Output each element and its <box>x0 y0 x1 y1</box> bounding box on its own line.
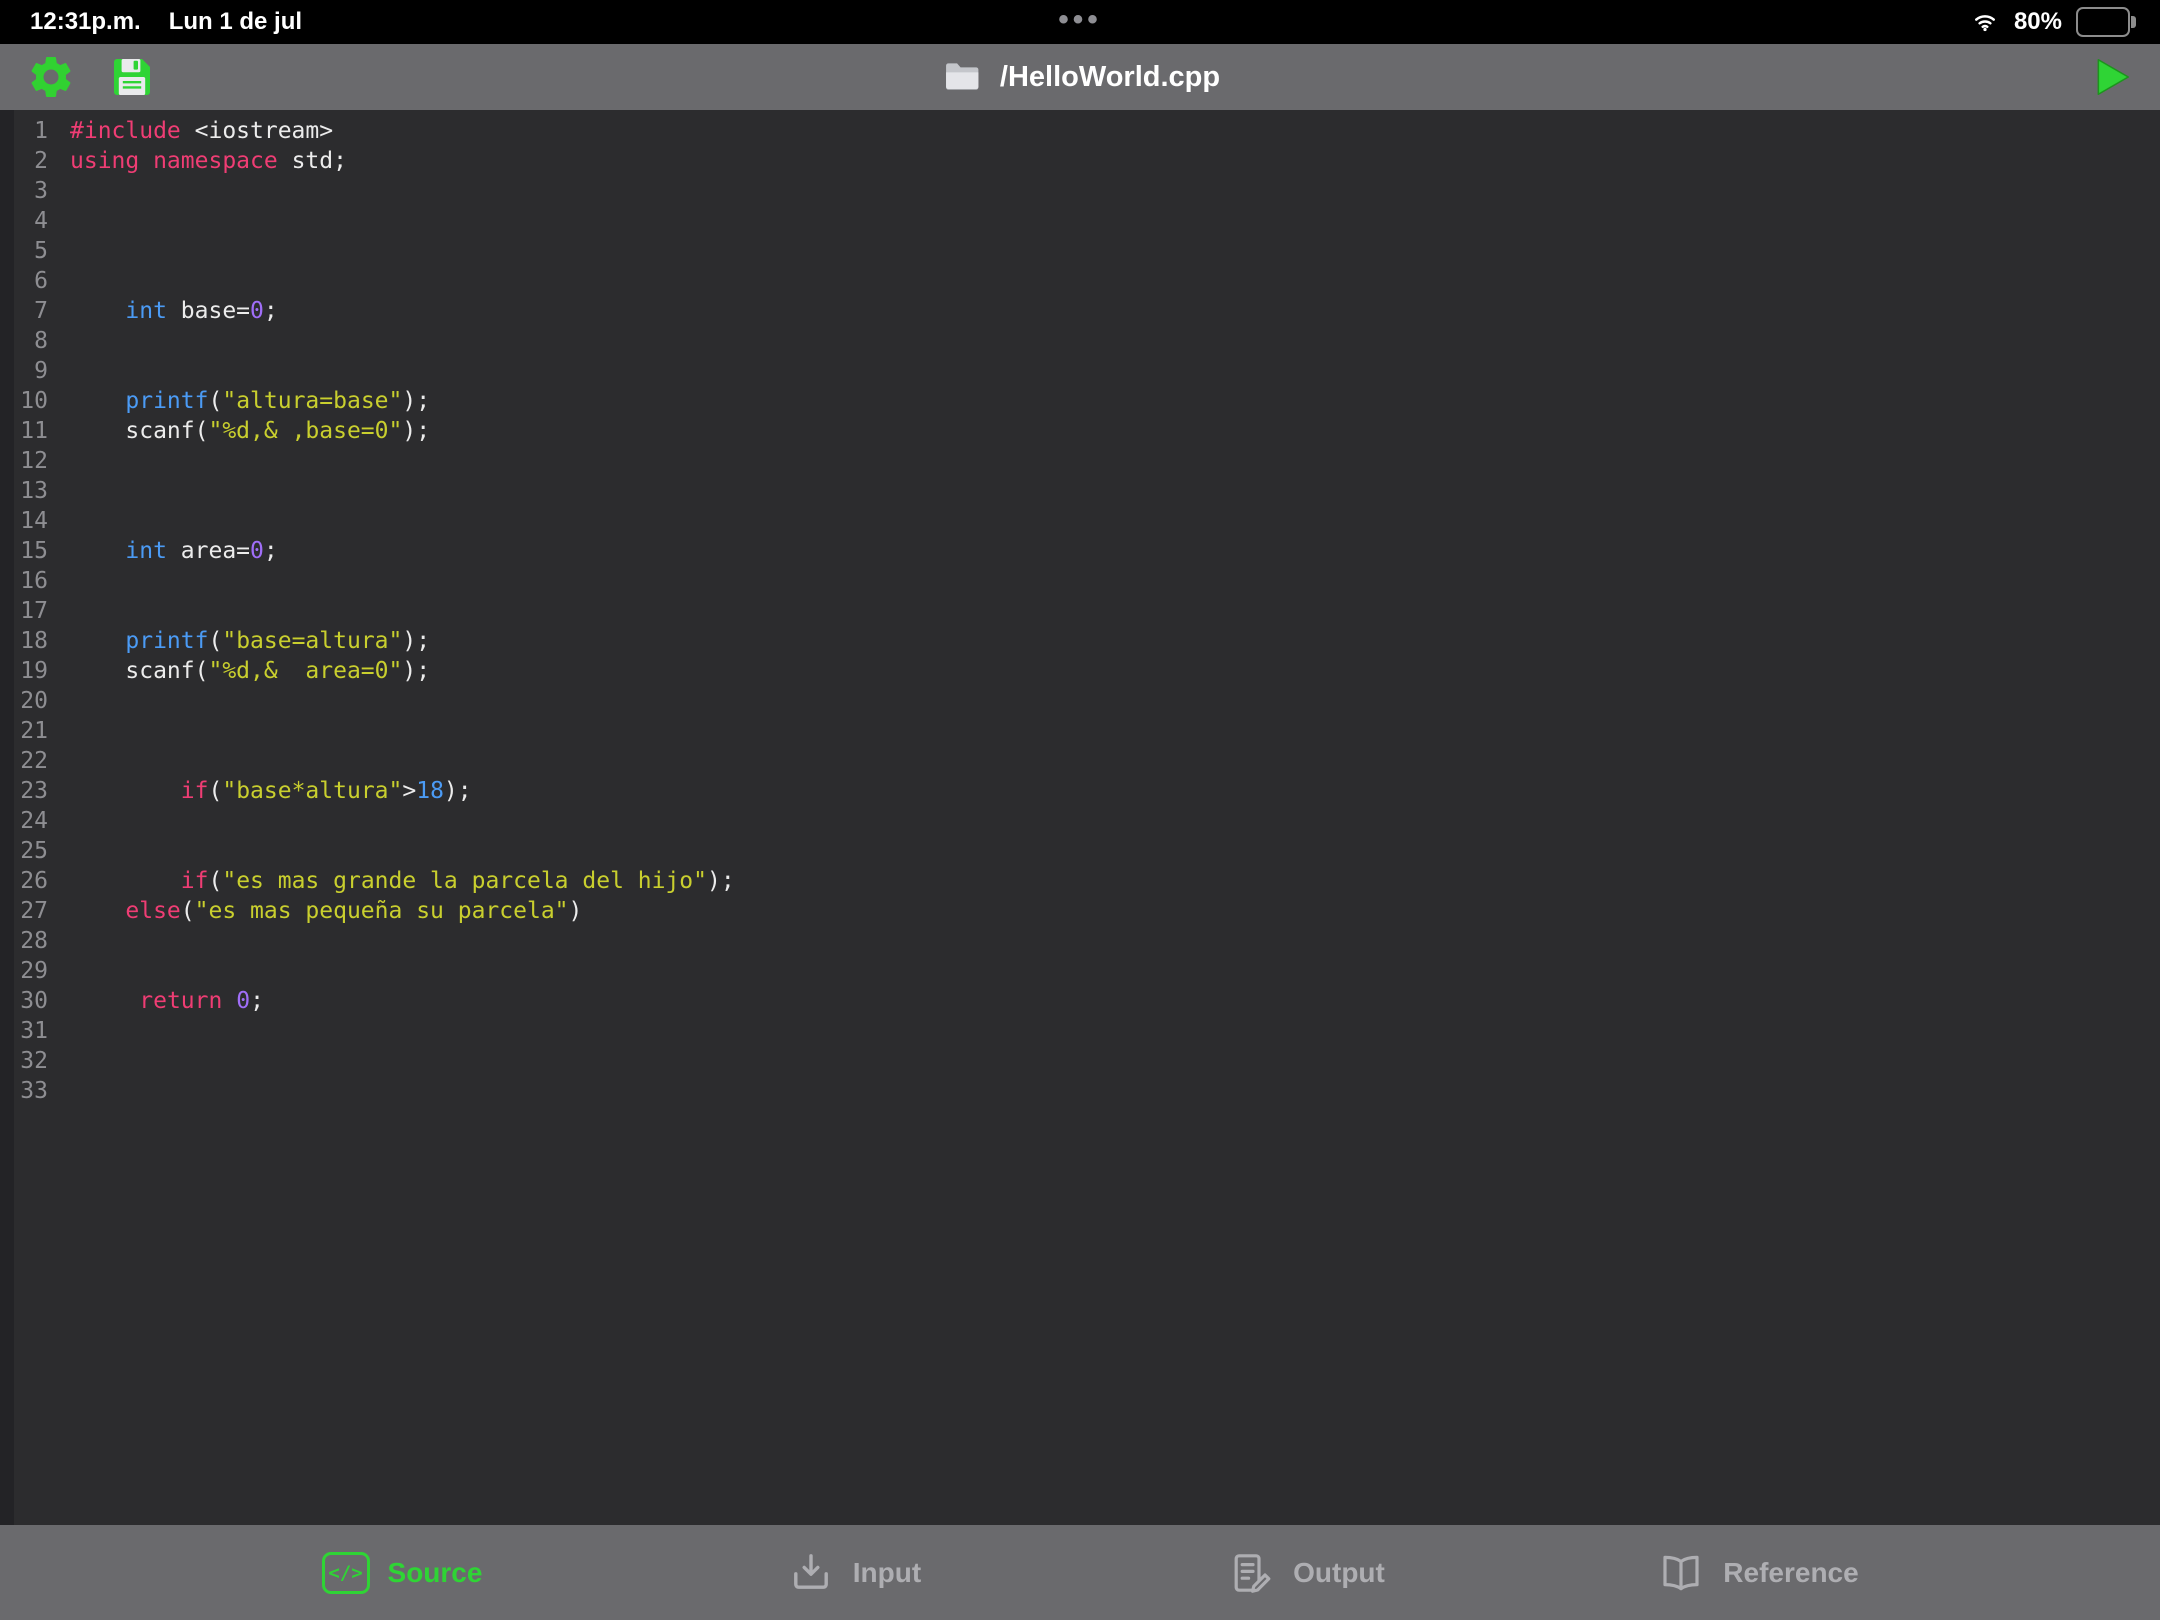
code-text: #include <iostream> <box>70 116 333 146</box>
code-text: using namespace std; <box>70 146 347 176</box>
toolbar: /HelloWorld.cpp <box>0 44 2160 110</box>
code-line[interactable]: 13 <box>0 476 2160 506</box>
code-text: if("base*altura">18); <box>70 776 472 806</box>
bottom-tab-bar: </> Source Input Output <box>0 1525 2160 1620</box>
code-line[interactable]: 24 <box>0 806 2160 836</box>
code-line[interactable]: 11 scanf("%d,& ,base=0"); <box>0 416 2160 446</box>
download-tray-icon <box>787 1549 835 1597</box>
code-line[interactable]: 14 <box>0 506 2160 536</box>
code-text: scanf("%d,& ,base=0"); <box>70 416 430 446</box>
code-line[interactable]: 33 <box>0 1076 2160 1106</box>
app-screen: 12:31p.m. Lun 1 de jul ••• 80% <box>0 0 2160 1620</box>
code-line[interactable]: 28 <box>0 926 2160 956</box>
code-line[interactable]: 4 <box>0 206 2160 236</box>
code-text: printf("base=altura"); <box>70 626 430 656</box>
code-line[interactable]: 9 <box>0 356 2160 386</box>
code-editor[interactable]: 1#include <iostream>2using namespace std… <box>0 110 2160 1525</box>
editor-edge <box>0 110 14 1525</box>
code-line[interactable]: 31 <box>0 1016 2160 1046</box>
code-line[interactable]: 21 <box>0 716 2160 746</box>
tab-input-label: Input <box>853 1557 921 1589</box>
code-line[interactable]: 1#include <iostream> <box>0 116 2160 146</box>
status-date: Lun 1 de jul <box>169 8 302 36</box>
multitasking-indicator[interactable]: ••• <box>1058 3 1102 37</box>
code-line[interactable]: 19 scanf("%d,& area=0"); <box>0 656 2160 686</box>
code-line[interactable]: 5 <box>0 236 2160 266</box>
code-line[interactable]: 7 int base=0; <box>0 296 2160 326</box>
code-line[interactable]: 2using namespace std; <box>0 146 2160 176</box>
tab-input[interactable]: Input <box>628 1549 1080 1597</box>
code-text: if("es mas grande la parcela del hijo"); <box>70 866 735 896</box>
code-text: int area=0; <box>70 536 278 566</box>
status-right: 80% <box>1970 7 2130 37</box>
save-floppy-icon <box>108 53 156 101</box>
run-button[interactable] <box>2088 54 2134 100</box>
code-text: printf("altura=base"); <box>70 386 430 416</box>
code-lines: 1#include <iostream>2using namespace std… <box>0 116 2160 1106</box>
code-line[interactable]: 30 return 0; <box>0 986 2160 1016</box>
code-line[interactable]: 16 <box>0 566 2160 596</box>
tab-reference-label: Reference <box>1723 1557 1858 1589</box>
code-line[interactable]: 8 <box>0 326 2160 356</box>
wifi-icon <box>1970 9 2000 35</box>
code-line[interactable]: 26 if("es mas grande la parcela del hijo… <box>0 866 2160 896</box>
run-play-icon <box>2088 54 2134 100</box>
code-brackets-icon: </> <box>322 1552 370 1594</box>
code-line[interactable]: 23 if("base*altura">18); <box>0 776 2160 806</box>
code-line[interactable]: 20 <box>0 686 2160 716</box>
status-bar: 12:31p.m. Lun 1 de jul ••• 80% <box>0 0 2160 44</box>
code-line[interactable]: 18 printf("base=altura"); <box>0 626 2160 656</box>
folder-icon <box>940 57 984 97</box>
save-button[interactable] <box>108 53 156 101</box>
clock: 12:31p.m. <box>30 8 141 36</box>
file-title[interactable]: /HelloWorld.cpp <box>940 57 1220 97</box>
code-line[interactable]: 27 else("es mas pequeña su parcela") <box>0 896 2160 926</box>
code-line[interactable]: 25 <box>0 836 2160 866</box>
tab-reference[interactable]: Reference <box>1532 1549 1984 1597</box>
tab-source[interactable]: </> Source <box>176 1552 628 1594</box>
code-line[interactable]: 32 <box>0 1046 2160 1076</box>
tab-source-label: Source <box>388 1557 483 1589</box>
gear-icon <box>26 52 76 102</box>
code-line[interactable]: 6 <box>0 266 2160 296</box>
code-line[interactable]: 15 int area=0; <box>0 536 2160 566</box>
tab-output[interactable]: Output <box>1080 1549 1532 1597</box>
code-line[interactable]: 17 <box>0 596 2160 626</box>
status-left: 12:31p.m. Lun 1 de jul <box>30 8 302 36</box>
code-line[interactable]: 29 <box>0 956 2160 986</box>
code-text: scanf("%d,& area=0"); <box>70 656 430 686</box>
code-line[interactable]: 22 <box>0 746 2160 776</box>
document-pencil-icon <box>1227 1549 1275 1597</box>
file-name: /HelloWorld.cpp <box>1000 61 1220 94</box>
code-text: return 0; <box>70 986 264 1016</box>
code-line[interactable]: 12 <box>0 446 2160 476</box>
battery-icon <box>2076 7 2130 37</box>
code-line[interactable]: 10 printf("altura=base"); <box>0 386 2160 416</box>
tab-output-label: Output <box>1293 1557 1385 1589</box>
battery-percent: 80% <box>2014 8 2062 36</box>
open-book-icon <box>1657 1549 1705 1597</box>
code-text: else("es mas pequeña su parcela") <box>70 896 582 926</box>
code-text: int base=0; <box>70 296 278 326</box>
code-line[interactable]: 3 <box>0 176 2160 206</box>
settings-button[interactable] <box>26 52 76 102</box>
